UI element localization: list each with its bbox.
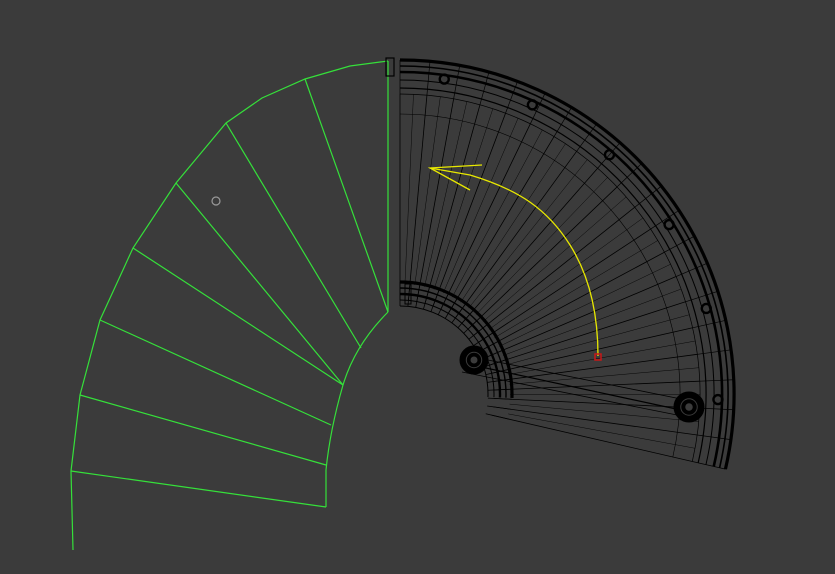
column-post-hole xyxy=(470,356,478,364)
column-post-hole xyxy=(685,403,693,411)
scene-canvas[interactable] xyxy=(0,0,835,574)
viewport[interactable] xyxy=(0,0,835,574)
